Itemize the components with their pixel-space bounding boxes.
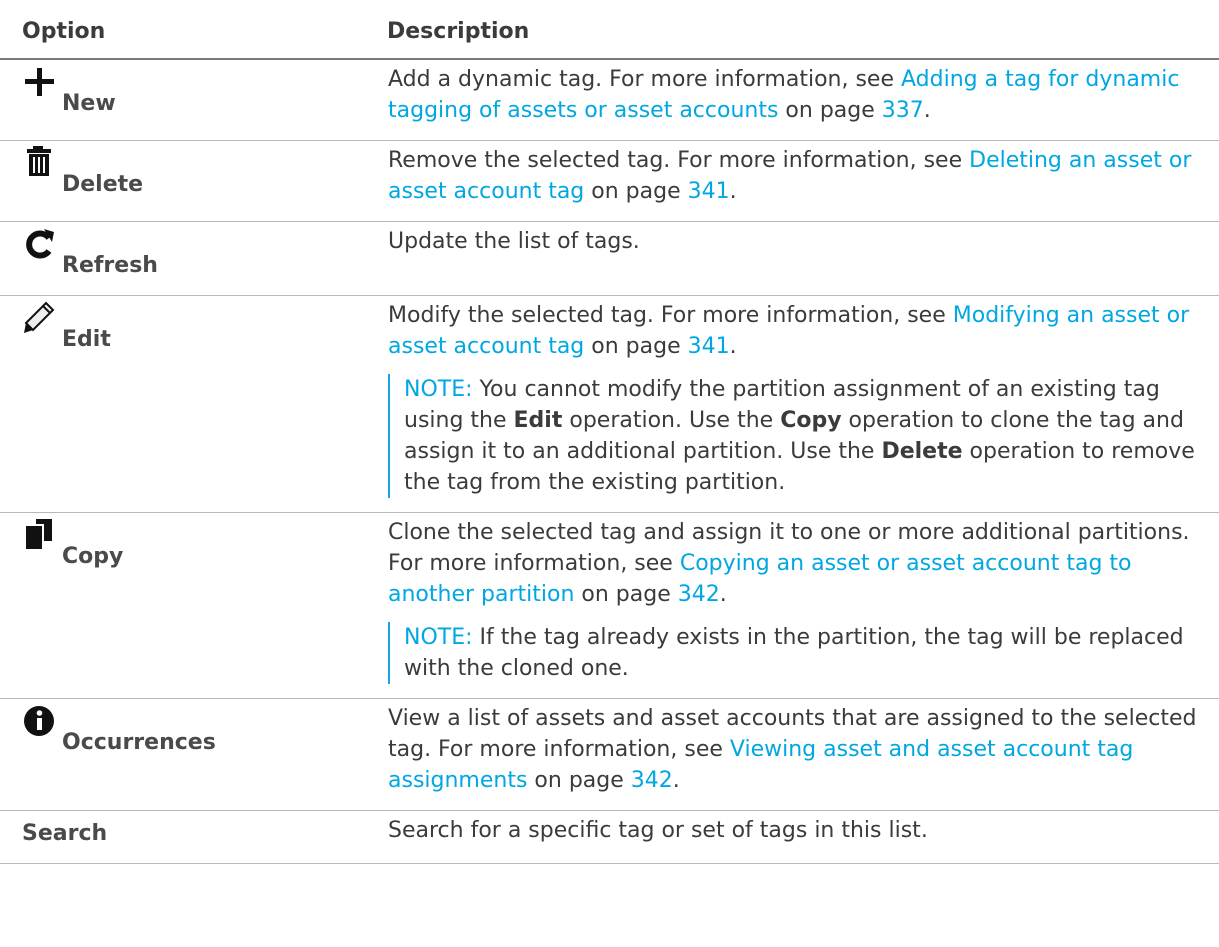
new-label: New	[62, 91, 116, 116]
occurrences-description: View a list of assets and asset accounts…	[388, 706, 1197, 793]
copy-label: Copy	[62, 544, 124, 569]
pencil-icon	[22, 300, 58, 336]
info-icon	[22, 703, 58, 739]
copy-note: NOTE: If the tag already exists in the p…	[388, 622, 1213, 684]
edit-button[interactable]: Edit	[22, 300, 350, 355]
search-option[interactable]: Search	[22, 815, 350, 849]
copy-button[interactable]: Copy	[22, 517, 350, 572]
plus-icon	[22, 64, 58, 100]
header-option: Option	[22, 19, 106, 44]
table-row-edit: Edit Modify the selected tag. For more i…	[0, 296, 1219, 513]
header-description: Description	[387, 19, 530, 44]
edit-note: NOTE: You cannot modify the partition as…	[388, 374, 1213, 498]
table-row-delete: Delete Remove the selected tag. For more…	[0, 141, 1219, 222]
new-button[interactable]: New	[22, 64, 350, 119]
refresh-description: Update the list of tags.	[388, 229, 640, 254]
table-header-row: Option Description	[0, 0, 1219, 59]
occurrences-label: Occurrences	[62, 730, 216, 755]
search-label: Search	[22, 821, 108, 846]
link-page-337[interactable]: 337	[882, 98, 924, 123]
table-row-new: New Add a dynamic tag. For more informat…	[0, 59, 1219, 141]
table-row-search: Search Search for a specific tag or set …	[0, 811, 1219, 864]
search-description: Search for a specific tag or set of tags…	[388, 818, 928, 843]
edit-description: Modify the selected tag. For more inform…	[388, 303, 1190, 359]
delete-label: Delete	[62, 172, 144, 197]
link-page-342[interactable]: 342	[678, 582, 720, 607]
edit-label: Edit	[62, 327, 111, 352]
table-row-copy: Copy Clone the selected tag and assign i…	[0, 513, 1219, 699]
refresh-label: Refresh	[62, 253, 158, 278]
link-page-341[interactable]: 341	[688, 179, 730, 204]
options-table: Option Description New Add a dynamic tag…	[0, 0, 1219, 864]
trash-icon	[22, 145, 58, 181]
link-page-341-edit[interactable]: 341	[688, 334, 730, 359]
new-description: Add a dynamic tag. For more information,…	[388, 67, 1180, 123]
link-page-342-occ[interactable]: 342	[631, 768, 673, 793]
delete-button[interactable]: Delete	[22, 145, 350, 200]
occurrences-button[interactable]: Occurrences	[22, 703, 350, 758]
copy-description: Clone the selected tag and assign it to …	[388, 520, 1190, 607]
refresh-icon	[22, 226, 58, 262]
copy-icon	[22, 517, 58, 553]
table-row-refresh: Refresh Update the list of tags.	[0, 222, 1219, 296]
refresh-button[interactable]: Refresh	[22, 226, 350, 281]
table-row-occurrences: Occurrences View a list of assets and as…	[0, 699, 1219, 811]
delete-description: Remove the selected tag. For more inform…	[388, 148, 1192, 204]
